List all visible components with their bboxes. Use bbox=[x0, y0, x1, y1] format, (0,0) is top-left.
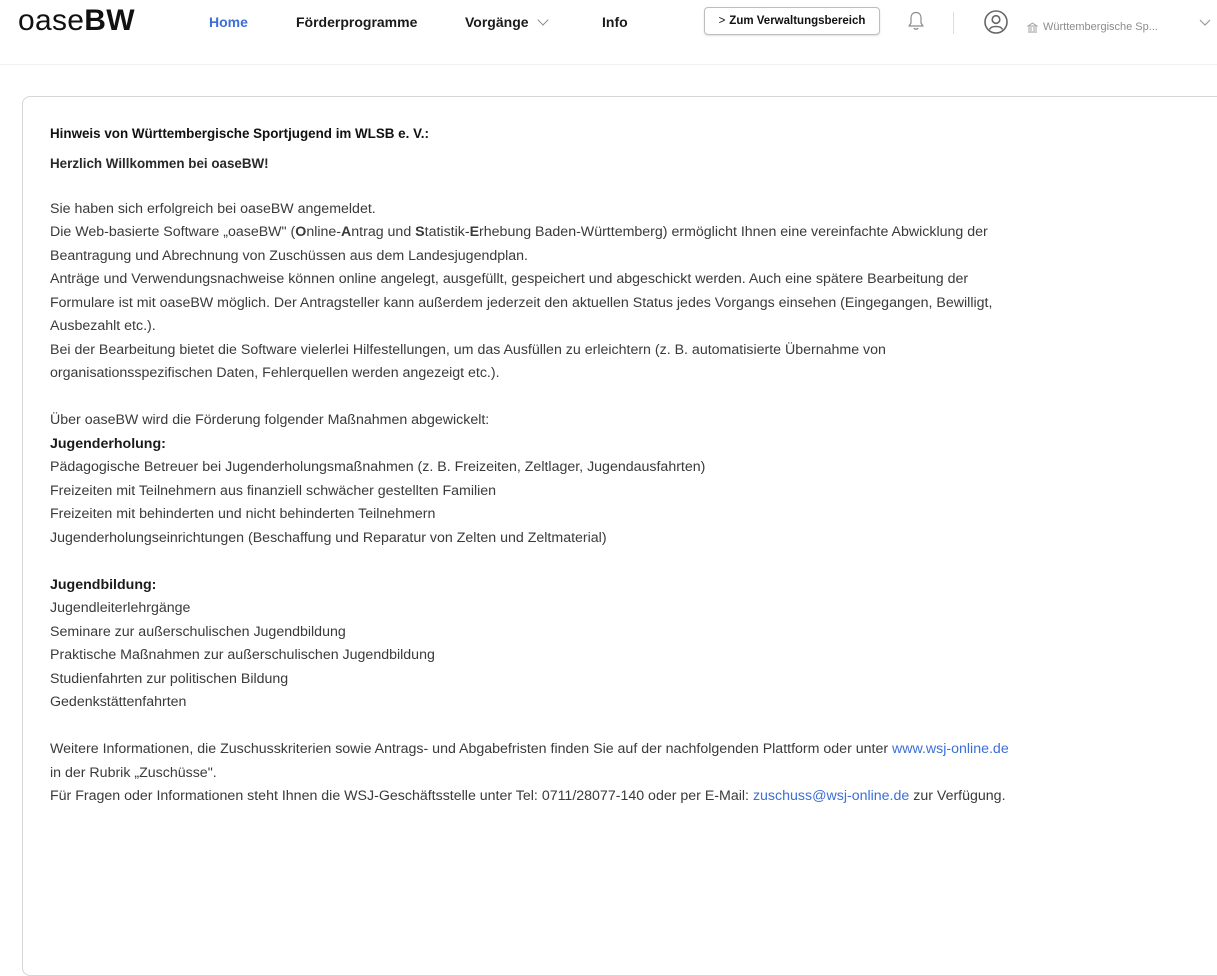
nav-vorgaenge-label: Vorgänge bbox=[465, 14, 529, 30]
notice-heading: Hinweis von Württembergische Sportjugend… bbox=[50, 126, 429, 141]
user-account-icon[interactable] bbox=[983, 9, 1009, 35]
nav-vorgaenge[interactable]: Vorgänge bbox=[465, 14, 549, 30]
paragraph-software: Die Web-basierte Software „oaseBW" (Onli… bbox=[50, 224, 988, 240]
list-item: Pädagogische Betreuer bei Jugenderholung… bbox=[50, 459, 706, 475]
nav-home[interactable]: Home bbox=[209, 14, 248, 30]
paragraph-software-line2: Beantragung und Abrechnung von Zuschüsse… bbox=[50, 247, 529, 264]
paragraph-applications-line2: Formulare ist mit oaseBW möglich. Der An… bbox=[50, 294, 993, 311]
list-item: Jugendleiterlehrgänge bbox=[50, 600, 191, 616]
top-navigation-bar: oaseBW Home Förderprogramme Vorgänge Inf… bbox=[0, 0, 1217, 65]
paragraph-more-info: Weitere Informationen, die Zuschusskrite… bbox=[50, 741, 1009, 757]
list-item: Freizeiten mit behinderten und nicht beh… bbox=[50, 506, 436, 522]
admin-area-button-label: Zum Verwaltungsbereich bbox=[729, 15, 866, 27]
paragraph-assistance-line1: Bei der Bearbeitung bietet die Software … bbox=[50, 341, 886, 358]
section-title-jugenderholung: Jugenderholung: bbox=[50, 435, 166, 452]
list-item: Gedenkstättenfahrten bbox=[50, 694, 187, 710]
list-item: Studienfahrten zur politischen Bildung bbox=[50, 670, 289, 687]
nav-foerderprogramme[interactable]: Förderprogramme bbox=[296, 14, 417, 30]
organization-name: Württembergische Sp... bbox=[1043, 21, 1158, 33]
nav-info[interactable]: Info bbox=[602, 14, 628, 30]
paragraph-assistance-line2: organisationsspezifischen Daten, Fehlerq… bbox=[50, 365, 500, 381]
paragraph-applications-line3: Ausbezahlt etc.). bbox=[50, 318, 156, 334]
list-item: Freizeiten mit Teilnehmern aus finanziel… bbox=[50, 482, 497, 499]
paragraph-more-info-line2: in der Rubrik „Zuschüsse". bbox=[50, 764, 217, 781]
building-icon bbox=[1027, 21, 1038, 32]
oasebw-logo[interactable]: oaseBW bbox=[18, 4, 135, 38]
bell-icon[interactable] bbox=[906, 10, 926, 32]
contact-email-link[interactable]: zuschuss@wsj-online.de bbox=[753, 788, 909, 804]
chevron-down-icon bbox=[536, 14, 549, 26]
wsj-website-link[interactable]: www.wsj-online.de bbox=[892, 741, 1009, 757]
header-divider bbox=[953, 12, 954, 34]
paragraph-contact: Für Fragen oder Informationen steht Ihne… bbox=[50, 788, 1006, 804]
chevron-down-icon[interactable] bbox=[1199, 19, 1211, 27]
paragraph-applications-line1: Anträge und Verwendungsnachweise können … bbox=[50, 271, 969, 287]
chevron-right-icon: > bbox=[718, 15, 726, 27]
paragraph-login: Sie haben sich erfolgreich bei oaseBW an… bbox=[50, 200, 376, 217]
list-item: Jugenderholungseinrichtungen (Beschaffun… bbox=[50, 529, 607, 546]
paragraph-funding-intro: Über oaseBW wird die Förderung folgender… bbox=[50, 412, 490, 428]
list-item: Seminare zur außerschulischen Jugendbild… bbox=[50, 623, 346, 640]
welcome-text: Herzlich Willkommen bei oaseBW! bbox=[50, 156, 269, 171]
list-item: Praktische Maßnahmen zur außerschulische… bbox=[50, 647, 435, 663]
notice-content: Hinweis von Württembergische Sportjugend… bbox=[50, 124, 1200, 809]
organization-selector[interactable]: Württembergische Sp... bbox=[1027, 21, 1158, 33]
admin-area-button[interactable]: > Zum Verwaltungsbereich bbox=[704, 7, 880, 35]
section-title-jugendbildung: Jugendbildung: bbox=[50, 576, 157, 593]
